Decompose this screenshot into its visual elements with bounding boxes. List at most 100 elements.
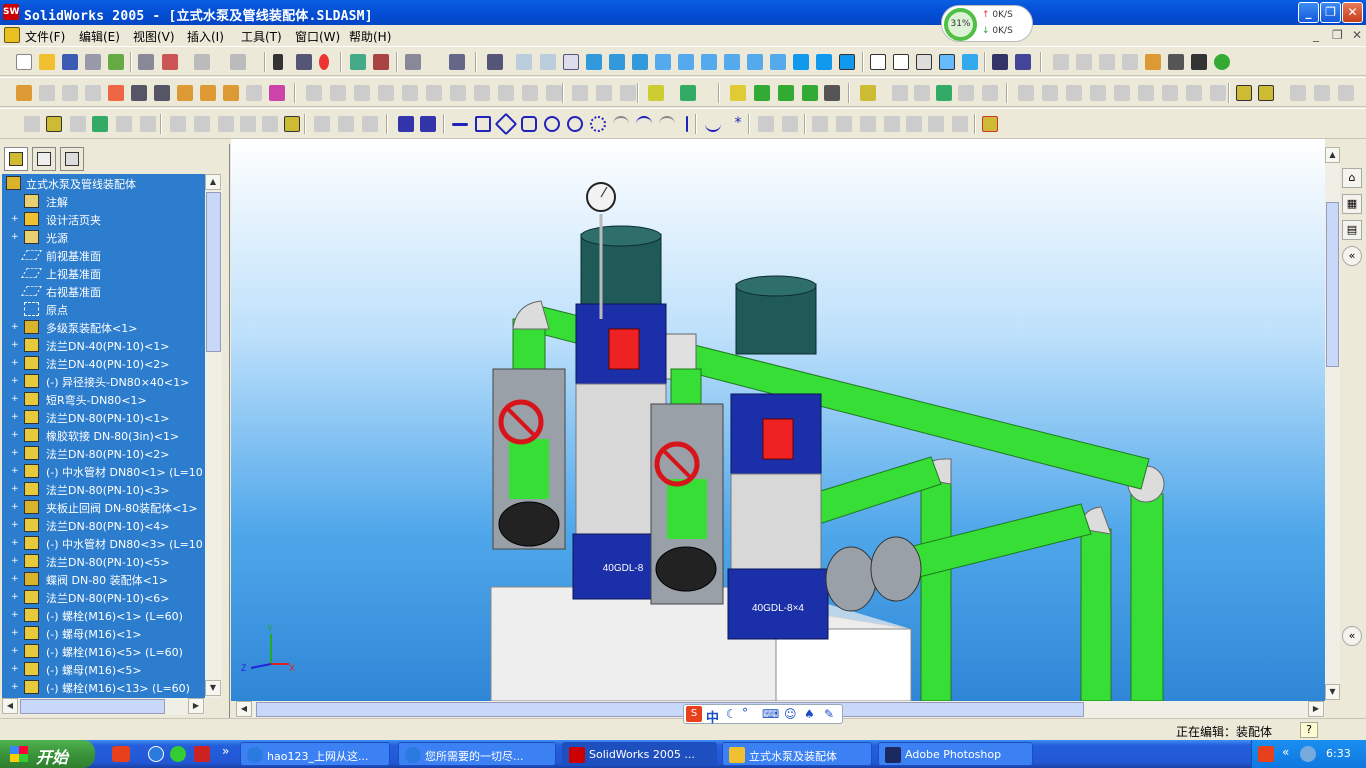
shadow-icon[interactable] (992, 54, 1008, 70)
hscroll-thumb[interactable] (20, 699, 165, 714)
view-right-icon[interactable] (724, 54, 740, 70)
mold-1-icon[interactable] (1236, 85, 1252, 101)
axis-icon[interactable] (754, 85, 770, 101)
sheetmetal-1-icon[interactable] (1018, 85, 1034, 101)
record-icon[interactable] (1076, 54, 1092, 70)
partial-ellipse-icon[interactable] (590, 116, 606, 132)
surface-3-icon[interactable] (914, 85, 930, 101)
redo-icon[interactable] (230, 54, 246, 70)
tree-item[interactable]: + (-) 中水管材 DN80<3> (L=10 (2, 534, 205, 552)
skin-icon[interactable]: ♠ (804, 707, 815, 721)
zoom-in-out-icon[interactable] (563, 54, 579, 70)
expand-toggle-icon[interactable]: + (11, 323, 19, 332)
restore-button[interactable]: ❐ (1320, 2, 1341, 23)
perspective-icon[interactable] (1015, 54, 1031, 70)
expand-toggle-icon[interactable]: + (11, 647, 19, 656)
feature-d-icon[interactable] (92, 116, 108, 132)
menu-insert[interactable]: 插入(I) (187, 28, 224, 45)
tree-item[interactable]: + (-) 螺母(M16)<5> (2, 660, 205, 678)
feature-5-icon[interactable] (402, 85, 418, 101)
sogou-tray-icon[interactable] (1258, 746, 1274, 762)
feature-a-icon[interactable] (24, 116, 40, 132)
rotate-icon[interactable] (586, 54, 602, 70)
expand-toggle-icon[interactable]: + (11, 485, 19, 494)
sketch-tool-icon[interactable] (487, 54, 503, 70)
tree-item[interactable]: + 短R弯头-DN80<1> (2, 390, 205, 408)
traffic-light-icon[interactable] (319, 54, 329, 70)
expand-toggle-icon[interactable]: + (11, 395, 19, 404)
save-icon[interactable] (62, 54, 78, 70)
expand-toggle-icon[interactable]: + (11, 215, 19, 224)
zoom-area-icon[interactable] (540, 54, 556, 70)
tree-item[interactable]: + 法兰DN-80(PN-10)<5> (2, 552, 205, 570)
feature-f-icon[interactable] (140, 116, 156, 132)
select-other-icon[interactable] (296, 54, 312, 70)
brick-icon[interactable] (373, 54, 389, 70)
expand-toggle-icon[interactable]: + (11, 557, 19, 566)
cut-icon[interactable] (162, 54, 178, 70)
feature-l-icon[interactable] (284, 116, 300, 132)
tree-item[interactable]: + (-) 中水管材 DN80<1> (L=10 (2, 462, 205, 480)
ime-toolbar[interactable]: S 中 ☾ ° ⌨ ☺ ♠ ✎ (683, 704, 843, 726)
three-point-arc-icon[interactable] (659, 116, 675, 132)
sheetmetal-9-icon[interactable] (1210, 85, 1226, 101)
feature-i-icon[interactable] (218, 116, 234, 132)
home-icon[interactable]: ⌂ (1342, 168, 1362, 188)
minimize-button[interactable]: _ (1298, 2, 1319, 23)
menu-window[interactable]: 窗口(W) (295, 28, 340, 45)
help-icon[interactable]: ? (1300, 722, 1318, 738)
tree-item[interactable]: 前视基准面 (2, 246, 205, 264)
sogou-icon[interactable]: S (686, 706, 702, 722)
tree-item[interactable]: 注解 (2, 192, 205, 210)
feature-10-icon[interactable] (522, 85, 538, 101)
options-icon[interactable] (108, 54, 124, 70)
tree-horizontal-scrollbar[interactable]: ◀ ▶ (2, 698, 205, 715)
expand-toggle-icon[interactable]: + (11, 341, 19, 350)
3d-sketch-icon[interactable] (982, 116, 998, 132)
surface-2-icon[interactable] (892, 85, 908, 101)
tree-vertical-scrollbar[interactable]: ▲ ▼ (205, 174, 222, 698)
punctuation-icon[interactable]: ° (742, 706, 748, 720)
taskbar-item-photoshop[interactable]: Adobe Photoshop (878, 742, 1033, 766)
stop-icon[interactable] (1053, 54, 1069, 70)
quicklaunch-browser-icon[interactable] (170, 746, 186, 762)
file-explorer-icon[interactable]: ▤ (1342, 220, 1362, 240)
menu-file[interactable]: 文件(F) (25, 28, 65, 45)
feature-e-icon[interactable] (116, 116, 132, 132)
expand-toggle-icon[interactable]: + (11, 629, 19, 638)
view-iso-icon[interactable] (793, 54, 809, 70)
surface-5-icon[interactable] (958, 85, 974, 101)
menu-help[interactable]: 帮助(H) (349, 28, 391, 45)
tree-item[interactable]: + 蝶阀 DN-80 装配体<1> (2, 570, 205, 588)
expand-toggle-icon[interactable]: + (11, 233, 19, 242)
no-external-refs-icon[interactable] (108, 85, 124, 101)
viewport-scroll-up-button[interactable]: ▲ (1325, 147, 1340, 163)
sheetmetal-4-icon[interactable] (1090, 85, 1106, 101)
expand-toggle-icon[interactable]: + (11, 575, 19, 584)
magic-icon[interactable] (1145, 54, 1161, 70)
ellipse-icon[interactable] (564, 113, 586, 135)
zoom-fit-icon[interactable] (516, 54, 532, 70)
tree-item[interactable]: + 多级泵装配体<1> (2, 318, 205, 336)
properties-icon[interactable] (449, 54, 465, 70)
expand-toggle-icon[interactable]: + (11, 521, 19, 530)
move-component-icon[interactable] (177, 85, 193, 101)
feature-14-icon[interactable] (620, 85, 636, 101)
mate-reference-icon[interactable] (824, 85, 840, 101)
viewport-hscroll-thumb[interactable] (256, 702, 1084, 717)
mold-2-icon[interactable] (1258, 85, 1274, 101)
trim-entities-icon[interactable] (860, 116, 876, 132)
hidden-lines-icon[interactable] (893, 54, 909, 70)
sheetmetal-2-icon[interactable] (1042, 85, 1058, 101)
expand-toggle-icon[interactable]: + (11, 593, 19, 602)
scroll-left-button[interactable]: ◀ (2, 698, 18, 714)
tree-item[interactable]: + (-) 异径接头-DN80×40<1> (2, 372, 205, 390)
sketch-fillet-icon[interactable] (758, 116, 774, 132)
sketch-chamfer-icon[interactable] (782, 116, 798, 132)
circle-icon[interactable] (544, 116, 560, 132)
reference-geometry-icon[interactable] (648, 85, 664, 101)
mdi-close-button[interactable]: ✕ (1352, 28, 1362, 42)
sheetmetal-7-icon[interactable] (1162, 85, 1178, 101)
tab-property-manager[interactable] (32, 147, 56, 171)
tree-item[interactable]: + 橡胶软接 DN-80(3in)<1> (2, 426, 205, 444)
